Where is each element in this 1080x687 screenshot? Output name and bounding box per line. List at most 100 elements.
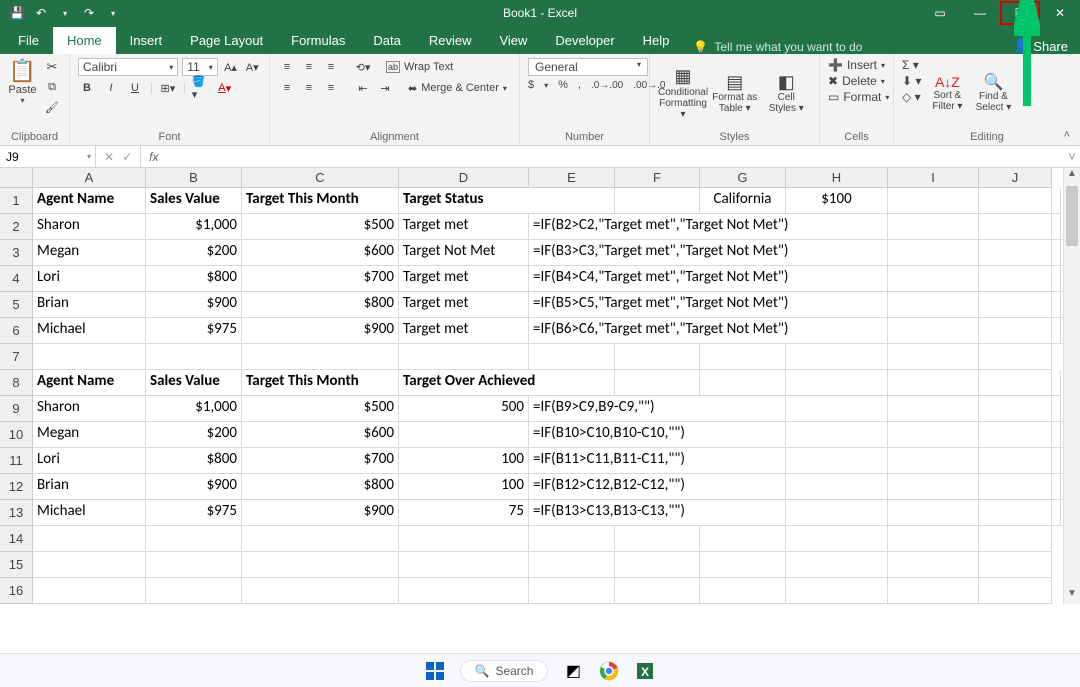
decrease-font-button[interactable]: A▾ (243, 58, 261, 76)
increase-indent-button[interactable]: ⇥ (376, 79, 394, 97)
column-header-J[interactable]: J (979, 168, 1052, 188)
column-header-E[interactable]: E (529, 168, 615, 188)
row-header-9[interactable]: 9 (0, 396, 33, 422)
bold-button[interactable]: B (78, 79, 96, 97)
undo-dropdown-icon[interactable]: ▾ (54, 2, 76, 24)
cell[interactable] (786, 526, 888, 552)
cell[interactable] (979, 500, 1052, 526)
cell[interactable]: $800 (146, 448, 242, 474)
font-size-select[interactable]: 11▾ (182, 58, 218, 76)
cell[interactable] (1052, 396, 1061, 422)
cell[interactable]: $600 (242, 240, 399, 266)
tab-formulas[interactable]: Formulas (277, 27, 359, 54)
comma-button[interactable]: , (578, 79, 581, 91)
cell[interactable] (888, 396, 979, 422)
tab-review[interactable]: Review (415, 27, 486, 54)
cut-button[interactable] (43, 58, 61, 76)
cell[interactable]: Brian (33, 474, 146, 500)
scroll-thumb[interactable] (1066, 186, 1078, 246)
cell[interactable] (979, 240, 1052, 266)
increase-font-button[interactable]: A▴ (222, 58, 240, 76)
cell[interactable]: =IF(B2>C2,"Target met","Target Not Met") (529, 214, 888, 240)
cell[interactable]: $800 (146, 266, 242, 292)
taskbar-search[interactable]: 🔍 Search (460, 660, 549, 682)
redo-button[interactable]: ↷ (78, 2, 100, 24)
column-header-G[interactable]: G (700, 168, 786, 188)
cell[interactable] (979, 526, 1052, 552)
cell[interactable] (786, 500, 888, 526)
cell[interactable]: $1,000 (146, 214, 242, 240)
cell[interactable] (615, 188, 700, 214)
cell[interactable] (786, 448, 888, 474)
percent-button[interactable]: % (558, 79, 568, 91)
tab-home[interactable]: Home (53, 27, 116, 54)
cell[interactable] (242, 552, 399, 578)
cell[interactable]: 500 (399, 396, 529, 422)
cell[interactable]: 75 (399, 500, 529, 526)
italic-button[interactable]: I (102, 79, 120, 97)
cell[interactable]: Brian (33, 292, 146, 318)
close-button[interactable]: ✕ (1040, 0, 1080, 26)
cell[interactable] (979, 266, 1052, 292)
cell[interactable] (242, 344, 399, 370)
paste-button[interactable]: 📋 Paste ▾ (8, 58, 37, 105)
cell[interactable]: $1,000 (146, 396, 242, 422)
column-header-D[interactable]: D (399, 168, 529, 188)
collapse-ribbon-button[interactable]: ˄ (1064, 129, 1070, 141)
cell[interactable] (888, 578, 979, 604)
column-header-C[interactable]: C (242, 168, 399, 188)
cell[interactable] (979, 422, 1052, 448)
cell[interactable] (979, 396, 1052, 422)
cell[interactable]: $975 (146, 500, 242, 526)
cell[interactable] (979, 214, 1052, 240)
cell[interactable]: 100 (399, 448, 529, 474)
fx-icon[interactable]: fx (141, 150, 166, 164)
tab-insert[interactable]: Insert (116, 27, 177, 54)
cell[interactable] (700, 552, 786, 578)
cancel-formula-button[interactable]: ✕ (104, 150, 114, 164)
cell[interactable] (888, 214, 979, 240)
cell[interactable] (1052, 292, 1061, 318)
cell[interactable] (399, 344, 529, 370)
cell[interactable]: =IF(B3>C3,"Target met","Target Not Met") (529, 240, 888, 266)
cell[interactable] (33, 344, 146, 370)
cell[interactable] (146, 344, 242, 370)
wrap-text-button[interactable]: ab Wrap Text (386, 61, 453, 73)
column-header-F[interactable]: F (615, 168, 700, 188)
tab-data[interactable]: Data (359, 27, 414, 54)
cell[interactable] (979, 370, 1052, 396)
cell[interactable]: California (700, 188, 786, 214)
row-header-2[interactable]: 2 (0, 214, 33, 240)
cell[interactable]: $800 (242, 474, 399, 500)
sort-filter-button[interactable]: A↓Z Sort &Filter ▾ (927, 58, 967, 129)
cell[interactable] (979, 188, 1052, 214)
cell[interactable]: Lori (33, 448, 146, 474)
cell[interactable] (979, 474, 1052, 500)
cell[interactable] (1052, 188, 1061, 214)
row-header-12[interactable]: 12 (0, 474, 33, 500)
row-header-1[interactable]: 1 (0, 188, 33, 214)
cell[interactable]: =IF(B4>C4,"Target met","Target Not Met") (529, 266, 888, 292)
autosum-button[interactable]: Σ ▾ (902, 58, 921, 72)
borders-button[interactable]: ⊞▾ (159, 79, 177, 97)
cell[interactable] (529, 552, 615, 578)
cell[interactable] (888, 188, 979, 214)
tab-page-layout[interactable]: Page Layout (176, 27, 277, 54)
cell[interactable] (888, 344, 979, 370)
cell[interactable] (615, 370, 700, 396)
cell[interactable] (786, 370, 888, 396)
qat-customize-icon[interactable]: ▾ (102, 2, 124, 24)
cell[interactable] (888, 318, 979, 344)
cell[interactable] (146, 578, 242, 604)
cell[interactable] (1052, 266, 1061, 292)
column-header-A[interactable]: A (33, 168, 146, 188)
start-button[interactable] (424, 660, 446, 682)
cell[interactable] (1052, 318, 1061, 344)
task-view-button[interactable]: ◩ (562, 660, 584, 682)
align-left-button[interactable]: ≡ (278, 79, 296, 97)
cell[interactable]: $500 (242, 396, 399, 422)
cell[interactable] (33, 578, 146, 604)
cell[interactable] (33, 526, 146, 552)
cell[interactable] (979, 448, 1052, 474)
cell[interactable] (786, 578, 888, 604)
